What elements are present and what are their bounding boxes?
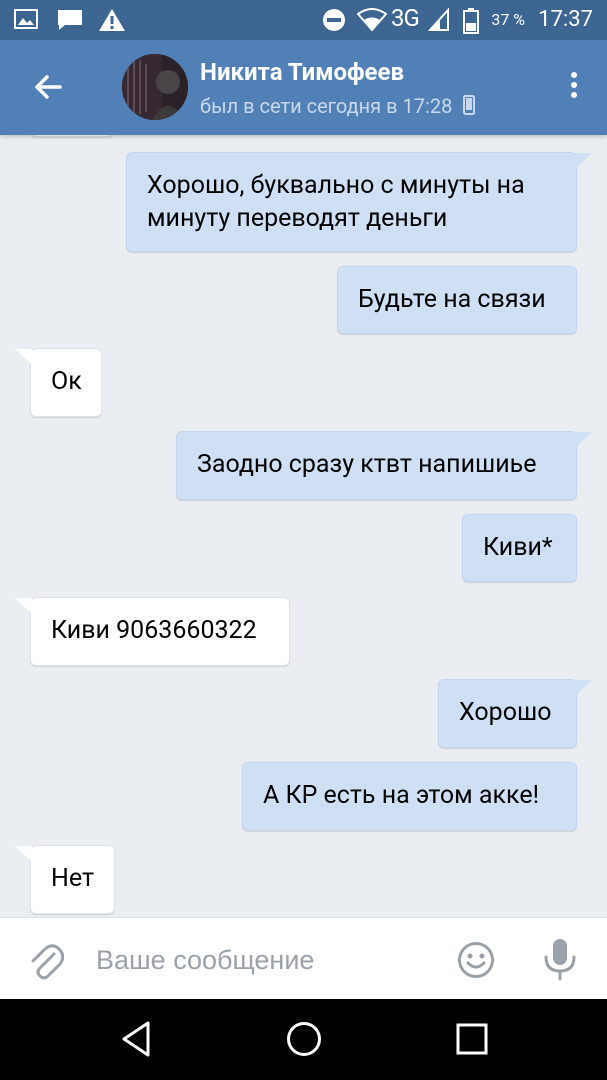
last-seen-text: был в сети сегодня в 17:28 bbox=[200, 94, 453, 118]
recents-square-icon[interactable] bbox=[453, 1019, 491, 1059]
more-vert-icon[interactable] bbox=[569, 72, 579, 104]
menu-dot bbox=[571, 72, 577, 78]
message-bubble-outgoing[interactable]: А КР есть на этом акке! bbox=[242, 762, 577, 831]
message-bubble-outgoing[interactable]: Киви* bbox=[462, 514, 577, 582]
menu-dot bbox=[571, 92, 577, 98]
attach-icon[interactable] bbox=[28, 940, 64, 980]
chat-area[interactable]: Хорошо, буквально с минуты на минуту пер… bbox=[0, 135, 607, 917]
bubble-tail bbox=[575, 153, 592, 169]
message-bubble-incoming[interactable]: Ок bbox=[15, 348, 102, 417]
home-circle-icon[interactable] bbox=[284, 1019, 324, 1059]
message-text: Хорошо, буквально с минуты на минуту пер… bbox=[147, 171, 525, 233]
message-bubble-outgoing[interactable]: Хорошо, буквально с минуты на минуту пер… bbox=[126, 152, 592, 252]
message-bubble-incoming[interactable]: Нет bbox=[15, 845, 115, 914]
battery-percent: 37 % bbox=[491, 10, 525, 29]
message-bubble-outgoing[interactable]: Будьте на связи bbox=[337, 266, 577, 334]
bubble-tail bbox=[15, 598, 32, 614]
menu-dot bbox=[571, 82, 577, 88]
message-composer bbox=[0, 917, 607, 1000]
contact-name[interactable]: Никита Тимофеев bbox=[200, 58, 404, 86]
microphone-icon[interactable] bbox=[541, 937, 579, 981]
bubble-tail bbox=[575, 680, 592, 696]
avatar[interactable] bbox=[122, 54, 188, 120]
contact-status: был в сети сегодня в 17:28 bbox=[200, 94, 476, 118]
message-input[interactable] bbox=[96, 942, 426, 978]
status-bar: 3G 37 % 17:37 bbox=[0, 0, 607, 40]
bubble-tail bbox=[575, 432, 592, 448]
smile-icon[interactable] bbox=[457, 941, 495, 979]
mobile-phone-icon bbox=[463, 95, 476, 115]
message-text: Будьте на связи bbox=[358, 285, 546, 314]
message-text: Хорошо bbox=[459, 698, 552, 727]
do-not-disturb-icon bbox=[323, 9, 345, 31]
message-text: Нет bbox=[51, 864, 94, 893]
signal-icon bbox=[428, 8, 449, 31]
network-type: 3G bbox=[391, 4, 420, 32]
chat-header: Никита Тимофеев был в сети сегодня в 17:… bbox=[0, 40, 607, 135]
message-text: Ок bbox=[51, 367, 82, 396]
message-icon bbox=[58, 10, 82, 30]
back-arrow-icon[interactable] bbox=[30, 69, 66, 105]
message-text: Киви* bbox=[483, 533, 553, 562]
message-bubble-outgoing[interactable]: Заодно сразу ктвт напишиье bbox=[176, 431, 592, 500]
battery-icon bbox=[463, 8, 479, 34]
clock: 17:37 bbox=[538, 7, 593, 32]
message-bubble-partial bbox=[30, 135, 114, 137]
message-bubble-incoming[interactable]: Киви 9063660322 bbox=[15, 597, 290, 666]
message-bubble-outgoing[interactable]: Хорошо bbox=[438, 679, 592, 748]
message-text: Заодно сразу ктвт напишиье bbox=[197, 450, 537, 479]
bubble-tail bbox=[15, 846, 32, 862]
image-icon bbox=[14, 9, 38, 29]
system-nav-bar bbox=[0, 999, 607, 1080]
bubble-tail bbox=[15, 349, 32, 365]
message-text: Киви 9063660322 bbox=[51, 616, 257, 645]
warning-icon bbox=[99, 9, 125, 31]
wifi-icon bbox=[357, 8, 387, 32]
message-text: А КР есть на этом акке! bbox=[263, 781, 540, 810]
back-triangle-icon[interactable] bbox=[118, 1019, 154, 1059]
avatar-image bbox=[122, 54, 188, 120]
